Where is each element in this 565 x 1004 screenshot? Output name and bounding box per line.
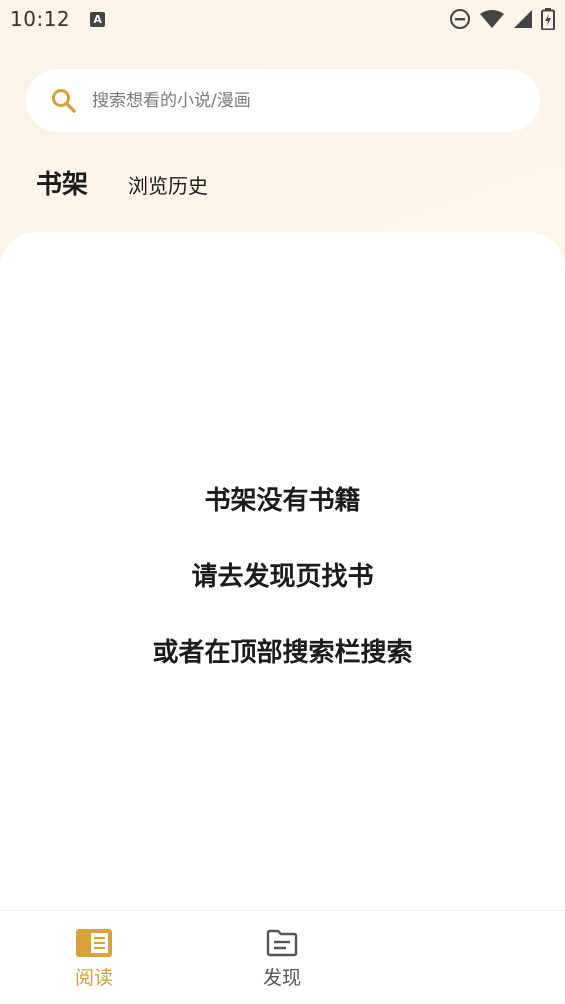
status-time: 10:12 (10, 7, 71, 31)
nav-label-read: 阅读 (74, 967, 113, 989)
empty-message-line2: 请去发现页找书 (191, 562, 374, 592)
signal-icon (514, 10, 532, 28)
wifi-icon (480, 10, 504, 28)
search-bar[interactable] (26, 69, 540, 132)
folder-icon (266, 929, 298, 957)
battery-charging-icon (541, 8, 555, 30)
search-icon (52, 88, 76, 113)
tab-bar: 书架 浏览历史 (36, 164, 208, 201)
tab-bookshelf[interactable]: 书架 (36, 164, 88, 201)
nav-label-discover: 发现 (262, 967, 301, 989)
status-bar: 10:12 A (0, 0, 565, 38)
nav-item-discover[interactable]: 发现 (232, 929, 332, 990)
nav-item-read[interactable]: 阅读 (44, 929, 144, 990)
bottom-nav: 阅读 发现 (0, 910, 565, 1004)
tab-history[interactable]: 浏览历史 (128, 170, 208, 201)
dnd-icon (450, 9, 470, 29)
status-icons (449, 8, 555, 30)
bookshelf-content: 书架没有书籍 请去发现页找书 或者在顶部搜索栏搜索 (0, 232, 565, 912)
empty-message-line3: 或者在顶部搜索栏搜索 (152, 638, 413, 668)
empty-message-line1: 书架没有书籍 (204, 486, 361, 516)
book-icon (76, 929, 112, 957)
notification-app-icon: A (90, 11, 106, 27)
search-input[interactable] (92, 90, 492, 111)
